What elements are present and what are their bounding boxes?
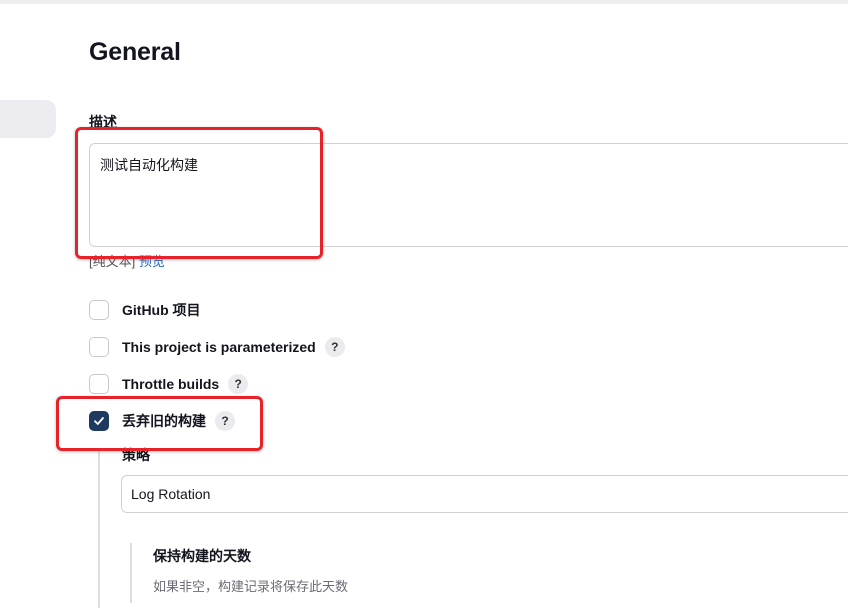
discard-old-builds-label: 丢弃旧的构建 xyxy=(122,413,206,429)
section-title: General xyxy=(89,38,181,66)
option-github-project[interactable]: GitHub 项目 xyxy=(89,299,201,321)
description-label: 描述 xyxy=(89,114,117,130)
help-icon[interactable]: ? xyxy=(215,411,235,431)
description-textarea[interactable]: 测试自动化构建 xyxy=(89,143,848,247)
days-to-keep-label: 保持构建的天数 xyxy=(153,548,251,564)
option-parameterized[interactable]: This project is parameterized ? xyxy=(89,336,345,358)
throttle-builds-label: Throttle builds xyxy=(122,376,220,392)
days-to-keep-hint: 如果非空，构建记录将保存此天数 xyxy=(153,579,349,594)
help-icon[interactable]: ? xyxy=(324,337,345,357)
option-discard-old-builds[interactable]: 丢弃旧的构建 ? xyxy=(89,410,235,432)
strategy-select[interactable]: Log Rotation xyxy=(121,475,848,513)
help-icon[interactable]: ? xyxy=(228,374,249,394)
description-format-line: [纯文本] 预览 xyxy=(89,251,165,270)
option-throttle-builds[interactable]: Throttle builds ? xyxy=(89,373,249,395)
strategy-label: 策略 xyxy=(122,447,150,463)
nested-section-guide xyxy=(98,448,100,608)
check-icon xyxy=(94,417,104,425)
parameterized-checkbox[interactable] xyxy=(89,337,109,357)
parameterized-label: This project is parameterized xyxy=(122,339,316,355)
discard-old-builds-checkbox[interactable] xyxy=(89,411,109,431)
sidebar-active-item[interactable] xyxy=(0,100,56,138)
github-project-checkbox[interactable] xyxy=(89,300,109,320)
plain-text-indicator: [纯文本] xyxy=(89,254,136,269)
nested-subsection-guide xyxy=(130,543,132,603)
top-bar xyxy=(0,0,848,4)
throttle-builds-checkbox[interactable] xyxy=(89,374,109,394)
preview-link[interactable]: 预览 xyxy=(139,254,165,269)
github-project-label: GitHub 项目 xyxy=(122,302,201,318)
